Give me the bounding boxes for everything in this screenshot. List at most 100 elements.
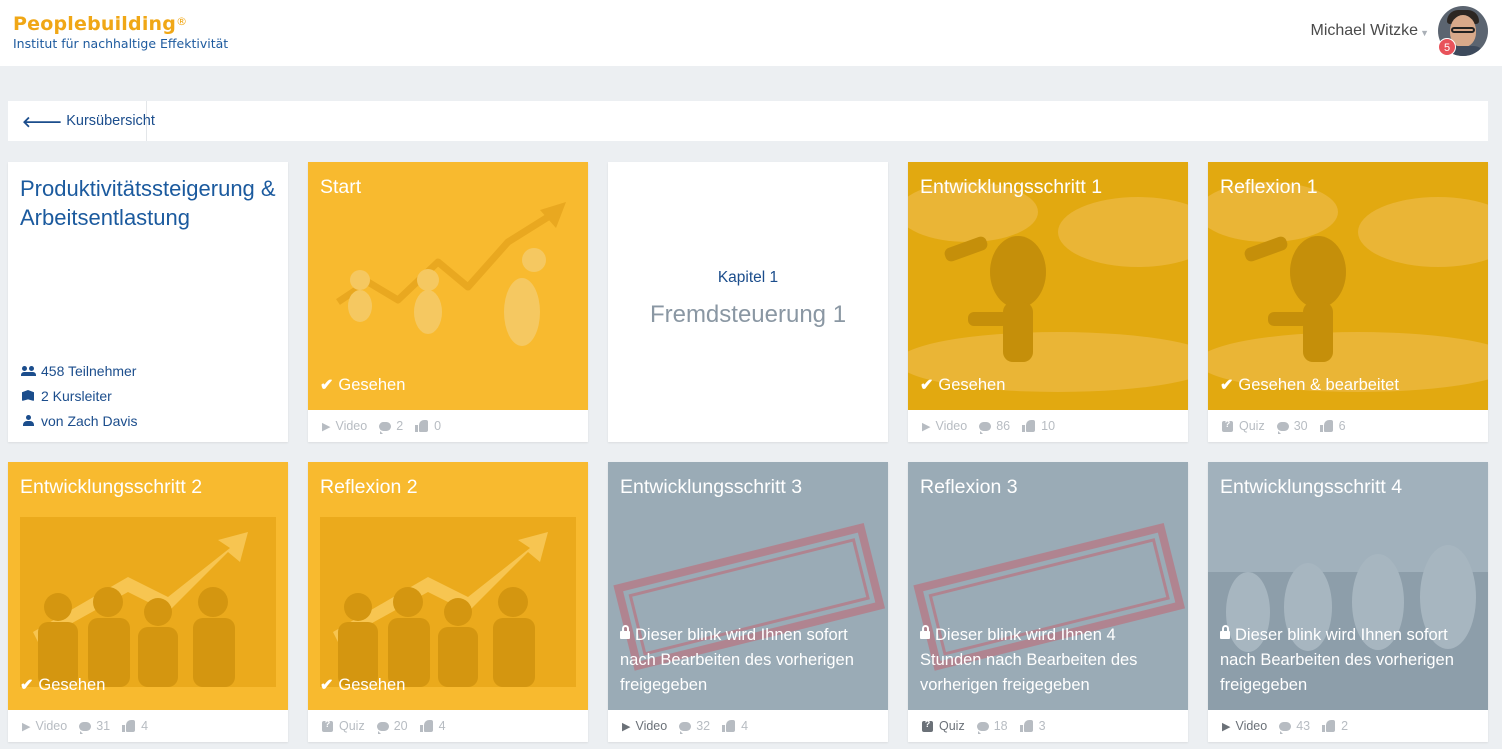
content-type: Video: [1235, 719, 1268, 733]
like-count: 4: [438, 719, 446, 733]
blink-card-entwicklungsschritt-4[interactable]: Entwicklungsschritt 4 Dieser blink wird …: [1208, 462, 1488, 742]
card-title[interactable]: Reflexion 3: [920, 475, 1178, 499]
lock-icon: [620, 625, 630, 639]
course-info-card: Produktivitätssteigerung & Arbeitsentlas…: [8, 162, 288, 442]
comment-icon: [976, 721, 989, 734]
content-type: Quiz: [1239, 419, 1265, 433]
lock-icon: [1220, 625, 1230, 639]
card-footer: ▶ Video 86 10: [908, 410, 1188, 442]
play-icon: ▶: [622, 720, 631, 733]
back-to-course-overview-button[interactable]: 🡐 Kursübersicht: [8, 101, 155, 141]
card-status: ✔ Gesehen: [320, 675, 406, 695]
user-name[interactable]: Michael Witzke: [1311, 22, 1419, 40]
growth-chart-illustration: [336, 202, 566, 346]
card-status: ✔ Gesehen: [20, 675, 106, 695]
card-status: ✔ Gesehen: [320, 375, 406, 395]
course-leaders-count: 2 Kursleiter: [41, 387, 112, 404]
comment-icon: [79, 721, 92, 734]
play-icon: ▶: [22, 720, 31, 733]
back-button-label: Kursübersicht: [66, 113, 155, 129]
card-title[interactable]: Entwicklungsschritt 4: [1220, 475, 1478, 499]
chapter-card: Kapitel 1 Fremdsteuerung 1: [608, 162, 888, 442]
comment-icon: [1279, 721, 1292, 734]
participants-icon: [20, 365, 36, 376]
chevron-down-icon[interactable]: ▼: [1420, 28, 1429, 38]
card-image: [908, 162, 1188, 410]
course-leaders-icon: [22, 390, 34, 401]
quiz-icon: [922, 719, 933, 732]
blink-card-reflexion-1[interactable]: Reflexion 1 ✔Gesehen & bearbeitet Quiz 3…: [1208, 162, 1488, 442]
comment-count: 43: [1296, 719, 1311, 733]
comment-count: 30: [1293, 419, 1308, 433]
quiz-icon: [322, 719, 333, 732]
check-icon: ✔: [920, 377, 934, 394]
blink-card-entwicklungsschritt-3[interactable]: Entwicklungsschritt 3 Dieser blink wird …: [608, 462, 888, 742]
card-image: [8, 462, 288, 710]
comment-count: 20: [393, 719, 408, 733]
jumping-man-photo: [1208, 182, 1488, 392]
course-meta: 458 Teilnehmer 2 Kursleiter von Zach Dav…: [20, 358, 137, 433]
card-title[interactable]: Start: [320, 175, 578, 199]
card-image: [308, 162, 588, 410]
brand-logo[interactable]: Peoplebuilding® Institut für nachhaltige…: [13, 12, 228, 51]
comment-icon: [1276, 421, 1289, 434]
like-count: 6: [1338, 419, 1346, 433]
check-icon: ✔: [320, 677, 334, 694]
chapter-label: Kapitel 1: [717, 269, 779, 286]
breadcrumb-bar: 🡐 Kursübersicht: [8, 101, 1488, 141]
check-icon: ✔: [320, 377, 334, 394]
like-icon: [1019, 720, 1033, 732]
card-footer: Quiz 18 3: [908, 710, 1188, 742]
blink-card-reflexion-2[interactable]: Reflexion 2 ✔Gesehen Quiz 20 4: [308, 462, 588, 742]
like-count: 3: [1038, 719, 1046, 733]
top-header: Peoplebuilding® Institut für nachhaltige…: [0, 0, 1502, 66]
card-footer: ▶ Video 31 4: [8, 710, 288, 742]
brand-registered-mark: ®: [176, 15, 188, 28]
card-status: ✔ Gesehen: [920, 375, 1006, 395]
blink-card-start[interactable]: Start ✔ Gesehen ▶ Video 2 0: [308, 162, 588, 442]
card-footer: ▶ Video 43 2: [1208, 710, 1488, 742]
blink-card-reflexion-3[interactable]: Reflexion 3 Dieser blink wird Ihnen 4 St…: [908, 462, 1188, 742]
content-type: Video: [635, 719, 668, 733]
card-title[interactable]: Reflexion 1: [1220, 175, 1478, 199]
chapter-name: Fremdsteuerung 1: [649, 301, 847, 328]
play-icon: ▶: [922, 420, 931, 433]
user-menu[interactable]: Michael Witzke ▼: [1311, 6, 1488, 56]
business-team-illustration: [320, 517, 576, 687]
like-count: 0: [434, 419, 442, 433]
like-icon: [1319, 420, 1333, 432]
brand-name: Peoplebuilding: [13, 13, 177, 35]
card-footer: ▶ Video 32 4: [608, 710, 888, 742]
card-title[interactable]: Entwicklungsschritt 3: [620, 475, 878, 499]
like-icon: [1322, 720, 1336, 732]
card-footer: ▶ Video 2 0: [308, 410, 588, 442]
comment-count: 32: [696, 719, 711, 733]
comment-count: 2: [396, 419, 404, 433]
check-icon: ✔: [20, 677, 34, 694]
like-icon: [1022, 420, 1036, 432]
comment-count: 18: [993, 719, 1008, 733]
card-status: ✔ Gesehen & bearbeitet: [1220, 375, 1399, 395]
card-title[interactable]: Reflexion 2: [320, 475, 578, 499]
like-count: 4: [141, 719, 149, 733]
like-icon: [122, 720, 136, 732]
card-title[interactable]: Entwicklungsschritt 1: [920, 175, 1178, 199]
notification-badge[interactable]: 5: [1438, 38, 1456, 56]
play-icon: ▶: [322, 420, 331, 433]
brand-tagline: Institut für nachhaltige Effektivität: [13, 36, 229, 51]
course-title: Produktivitätssteigerung & Arbeitsentlas…: [20, 176, 276, 230]
like-icon: [722, 720, 736, 732]
card-image: [1208, 162, 1488, 410]
blink-card-entwicklungsschritt-2[interactable]: Entwicklungsschritt 2 ✔ Gesehen ▶ Video 31…: [8, 462, 288, 742]
business-team-illustration: [20, 517, 276, 687]
check-icon: ✔: [1220, 377, 1234, 394]
blink-card-entwicklungsschritt-1[interactable]: Entwicklungsschritt 1 ✔ Gesehen ▶ Video 86…: [908, 162, 1188, 442]
card-footer: Quiz 30 6: [1208, 410, 1488, 442]
lock-message: Dieser blink wird Ihnen 4 Stunden nach B…: [920, 625, 1138, 694]
lock-icon: [920, 625, 930, 639]
content-type: Video: [335, 419, 368, 433]
comment-count: 31: [96, 719, 111, 733]
like-count: 2: [1341, 719, 1349, 733]
like-icon: [415, 420, 429, 432]
card-title[interactable]: Entwicklungsschritt 2: [20, 475, 278, 499]
